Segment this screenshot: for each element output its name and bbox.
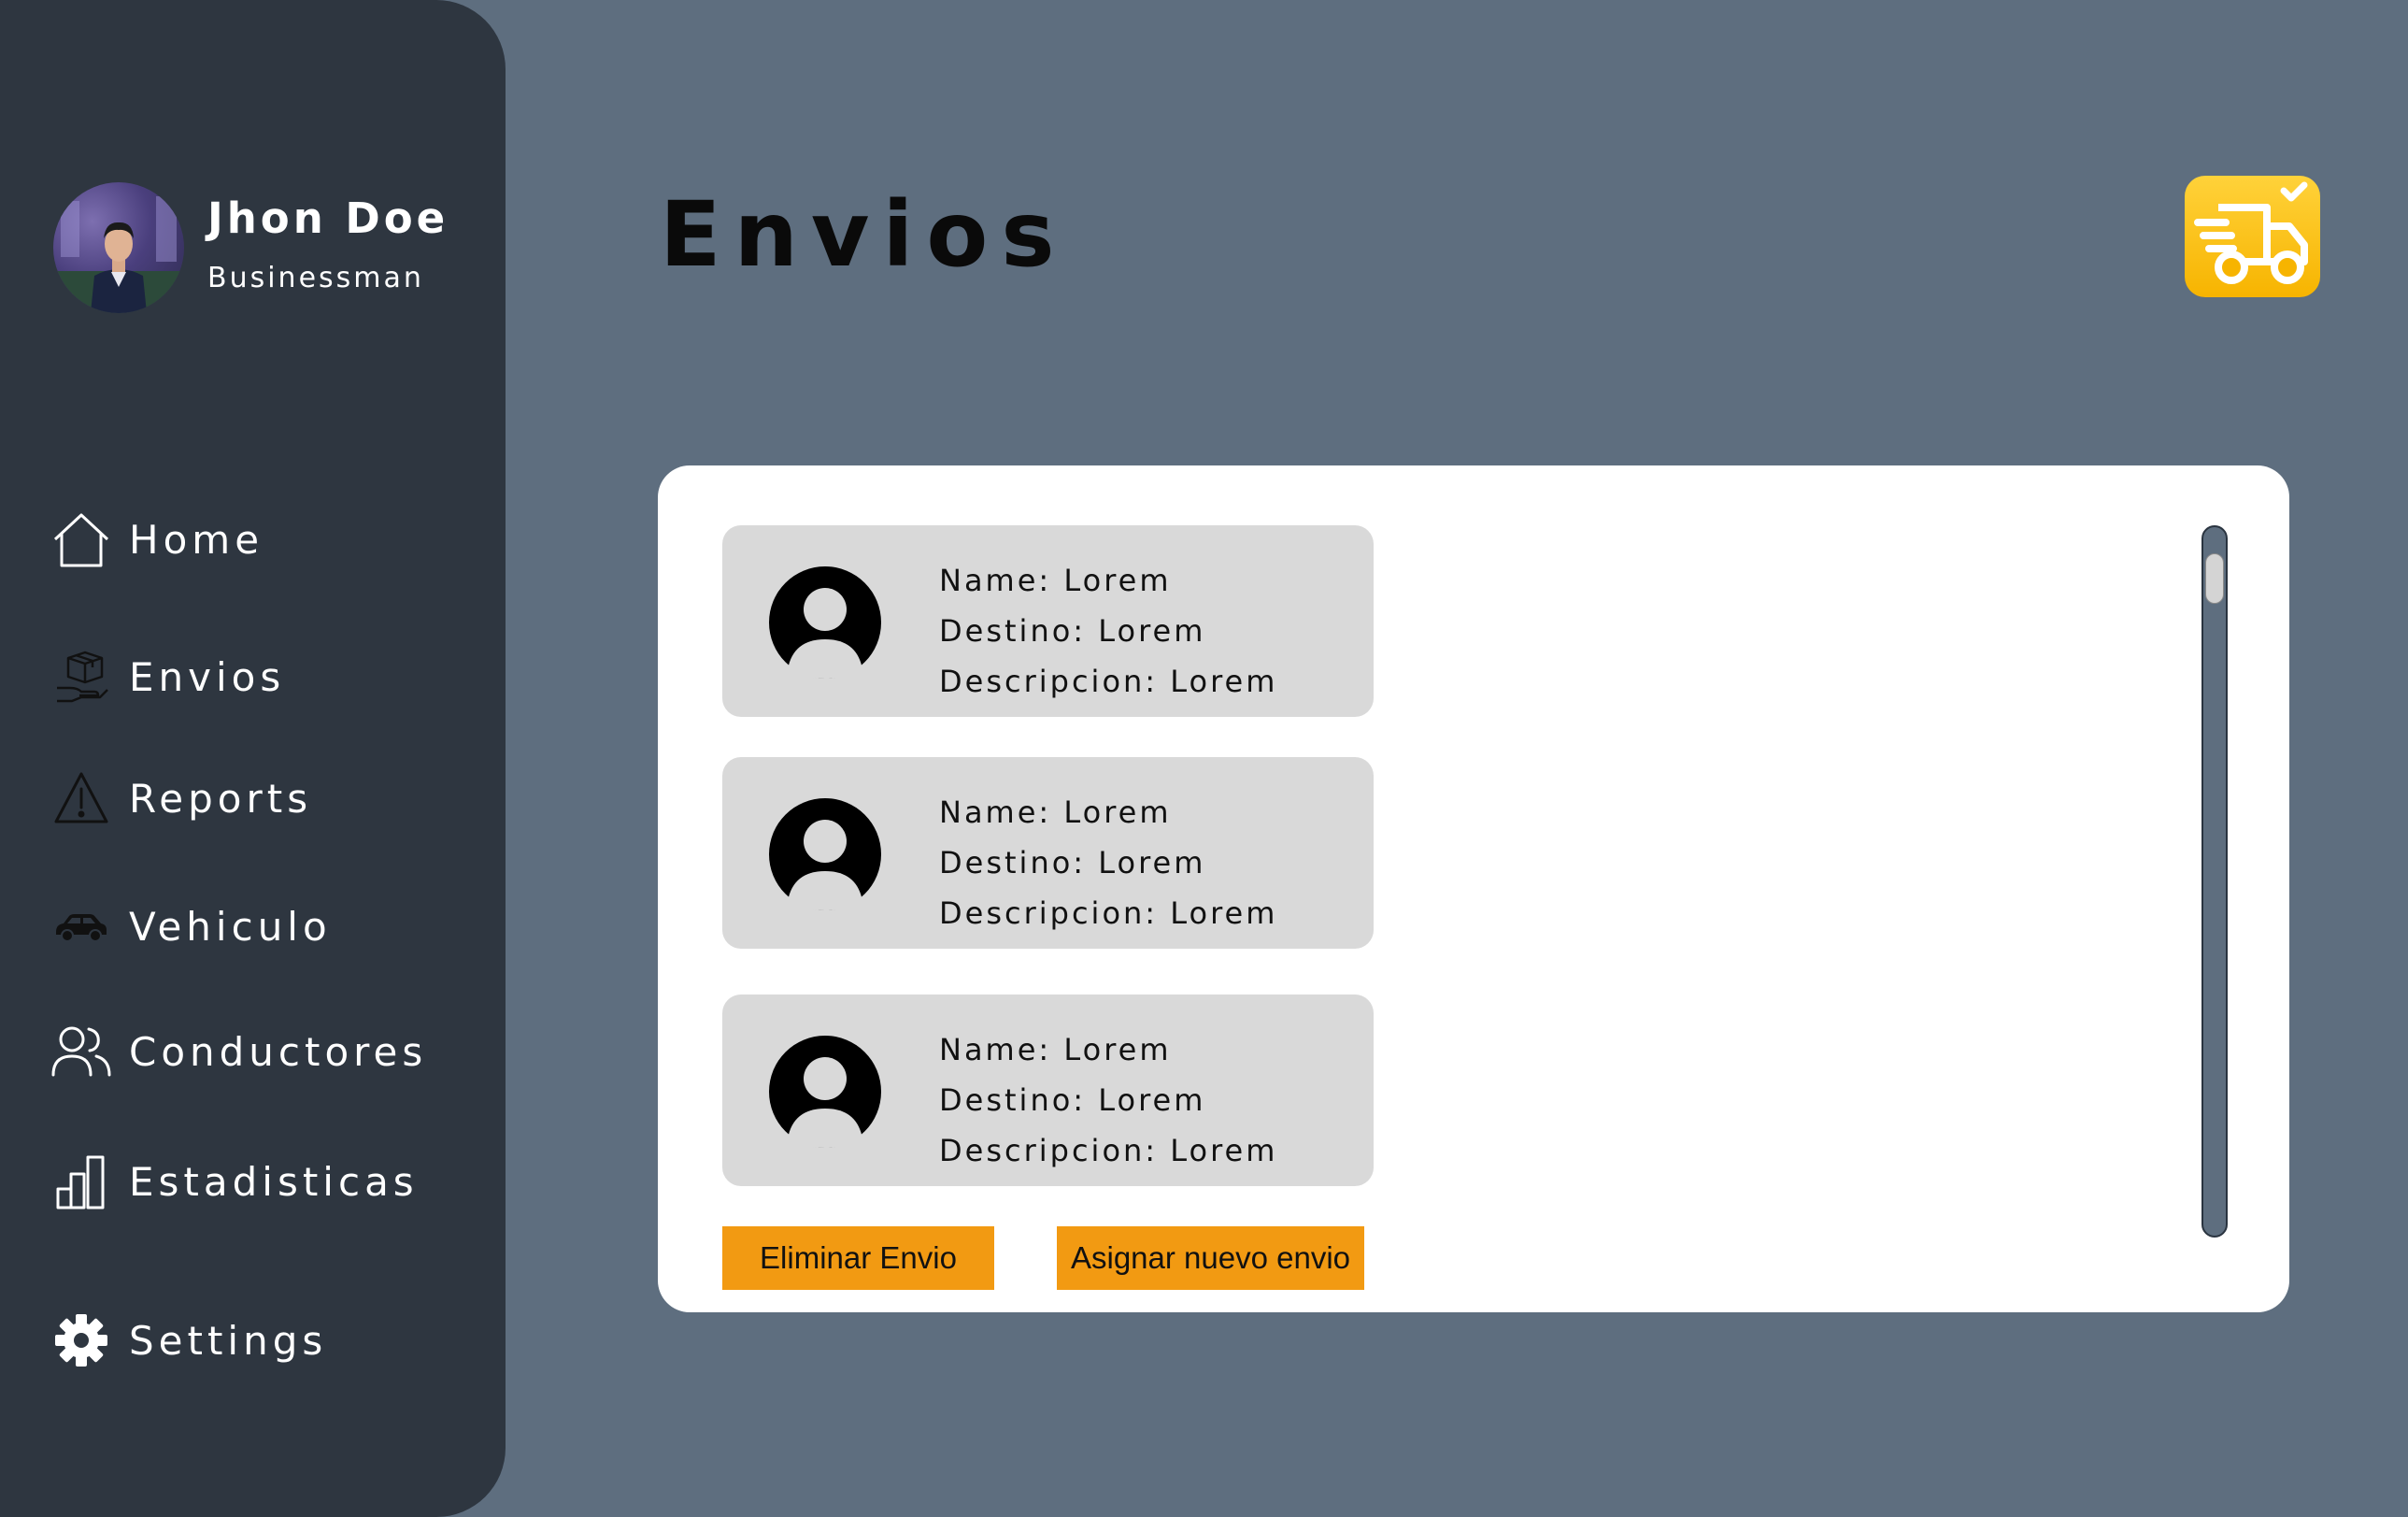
- user-avatar-icon: [767, 796, 883, 912]
- warning-icon: [50, 767, 112, 829]
- user-avatar-icon: [767, 565, 883, 680]
- sidebar-item-label: Estadisticas: [129, 1158, 419, 1205]
- sidebar-item-label: Vehiculo: [129, 903, 332, 950]
- sidebar-item-label: Reports: [129, 775, 313, 822]
- sidebar-item-conductores[interactable]: Conductores: [50, 1014, 471, 1089]
- car-icon: [50, 895, 112, 957]
- shipment-destino: Destino: Lorem: [939, 613, 1206, 649]
- shipments-panel: Name: Lorem Destino: Lorem Descripcion: …: [658, 465, 2289, 1312]
- user-profile[interactable]: Jhon Doe Businessman: [53, 182, 483, 318]
- sidebar-item-label: Home: [129, 516, 264, 563]
- users-icon: [50, 1021, 112, 1082]
- sidebar-item-label: Settings: [129, 1317, 328, 1364]
- shipment-name: Name: Lorem: [939, 1032, 1172, 1067]
- avatar: [53, 182, 184, 313]
- shipment-card[interactable]: Name: Lorem Destino: Lorem Descripcion: …: [722, 995, 1374, 1186]
- delivery-truck-icon: [2185, 176, 2320, 297]
- gear-icon: [50, 1309, 112, 1371]
- sidebar-item-label: Envios: [129, 653, 286, 700]
- user-name: Jhon Doe: [207, 193, 449, 243]
- sidebar-item-vehiculo[interactable]: Vehiculo: [50, 889, 471, 964]
- shipment-card[interactable]: Name: Lorem Destino: Lorem Descripcion: …: [722, 757, 1374, 949]
- page-title: Envios: [660, 182, 1068, 287]
- user-avatar-icon: [767, 1034, 883, 1150]
- shipment-descripcion: Descripcion: Lorem: [939, 1133, 1278, 1168]
- shipment-descripcion: Descripcion: Lorem: [939, 895, 1278, 931]
- shipment-descripcion: Descripcion: Lorem: [939, 664, 1278, 699]
- sidebar-item-reports[interactable]: Reports: [50, 761, 471, 836]
- sidebar-item-envios[interactable]: Envios: [50, 639, 471, 714]
- sidebar-item-estadisticas[interactable]: Estadisticas: [50, 1144, 471, 1219]
- shipment-destino: Destino: Lorem: [939, 845, 1206, 880]
- shipment-card[interactable]: Name: Lorem Destino: Lorem Descripcion: …: [722, 525, 1374, 717]
- sidebar-item-settings[interactable]: Settings: [50, 1303, 471, 1378]
- sidebar: Jhon Doe Businessman Home Envios Reports…: [0, 0, 506, 1517]
- bar-chart-icon: [50, 1151, 112, 1212]
- shipment-name: Name: Lorem: [939, 794, 1172, 830]
- shipment-name: Name: Lorem: [939, 563, 1172, 598]
- shipment-destino: Destino: Lorem: [939, 1082, 1206, 1118]
- scrollbar[interactable]: [2201, 525, 2228, 1238]
- assign-shipment-button[interactable]: Asignar nuevo envio: [1057, 1226, 1364, 1290]
- package-icon: [50, 646, 112, 708]
- sidebar-item-label: Conductores: [129, 1028, 428, 1075]
- scrollbar-thumb[interactable]: [2205, 553, 2224, 604]
- home-icon: [50, 508, 112, 570]
- sidebar-item-home[interactable]: Home: [50, 502, 471, 577]
- delete-shipment-button[interactable]: Eliminar Envio: [722, 1226, 994, 1290]
- user-role: Businessman: [207, 262, 424, 294]
